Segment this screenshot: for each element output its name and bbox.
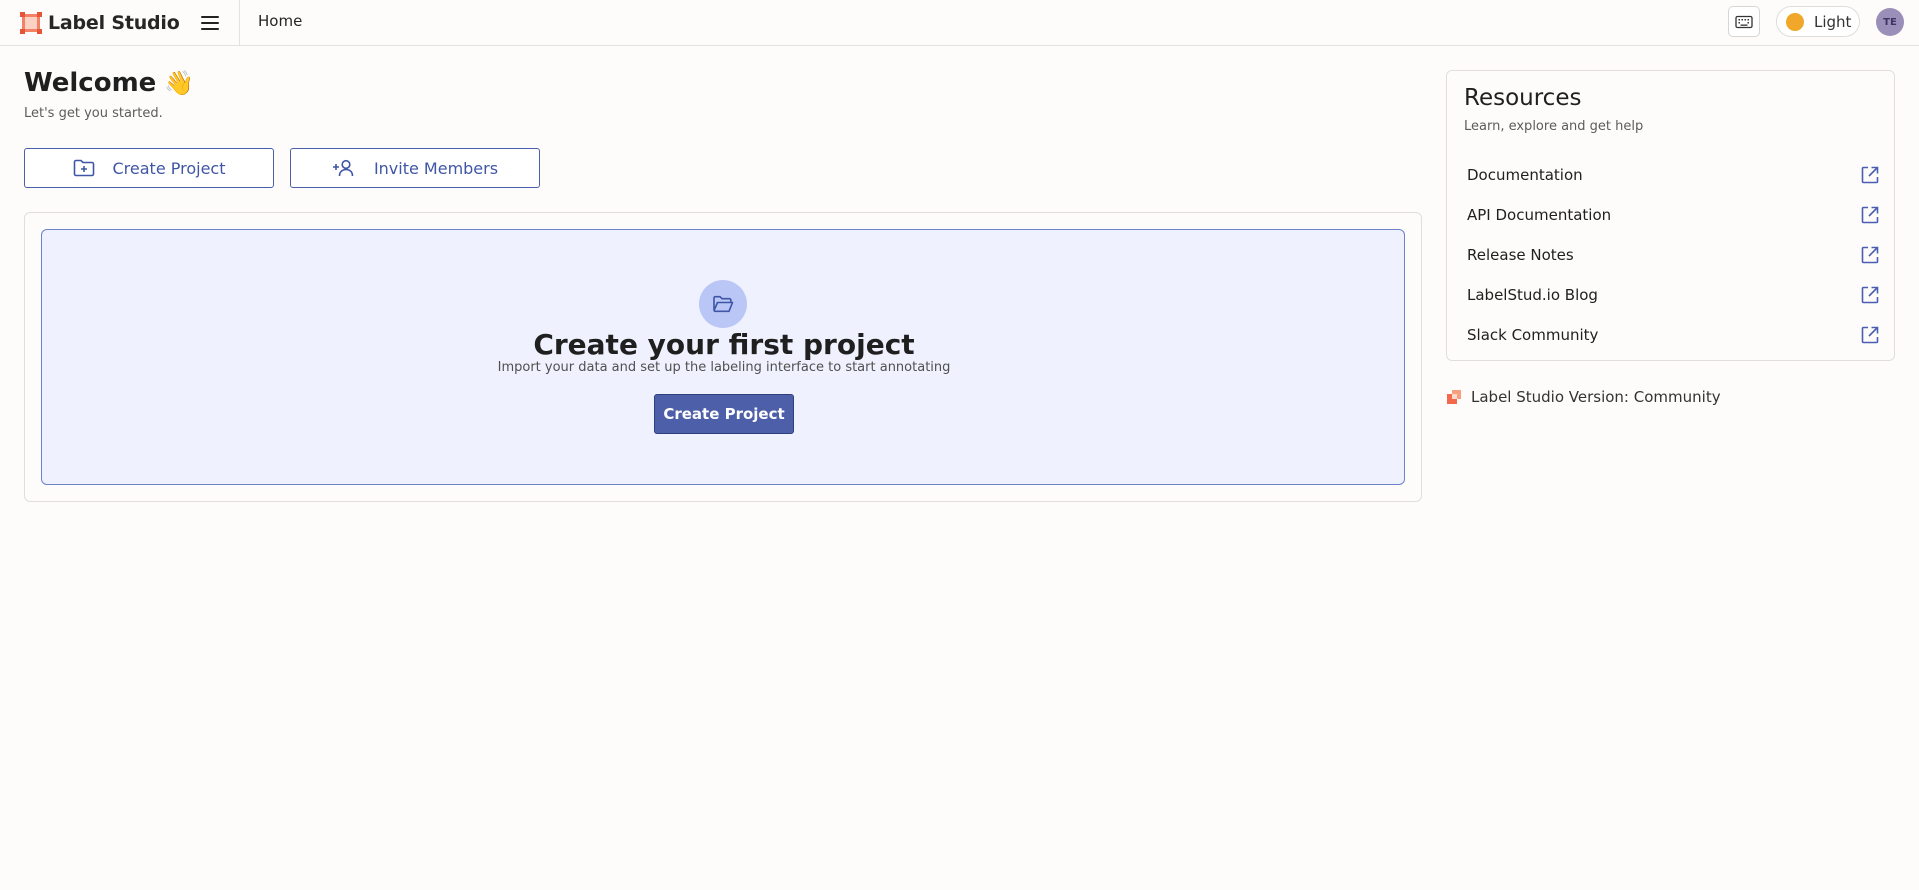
version-info: Label Studio Version: Community xyxy=(1446,388,1721,406)
external-link-icon xyxy=(1861,286,1879,304)
resource-label: Release Notes xyxy=(1467,246,1574,264)
breadcrumb-home[interactable]: Home xyxy=(258,12,302,30)
create-project-button[interactable]: Create Project xyxy=(24,148,274,188)
waving-hand-icon: 👋 xyxy=(164,69,195,97)
external-link-icon xyxy=(1861,246,1879,264)
external-link-icon xyxy=(1861,166,1879,184)
folder-open-icon xyxy=(713,295,734,313)
projects-card: Create your first project Import your da… xyxy=(24,212,1422,502)
invite-members-button[interactable]: Invite Members xyxy=(290,148,540,188)
hamburger-menu-button[interactable] xyxy=(197,10,223,36)
resources-card: Resources Learn, explore and get help Do… xyxy=(1446,70,1895,361)
empty-state-title: Create your first project xyxy=(533,328,915,361)
resources-subtitle: Learn, explore and get help xyxy=(1464,119,1644,134)
create-project-primary-button[interactable]: Create Project xyxy=(654,394,794,434)
empty-state-icon-badge xyxy=(699,280,747,328)
create-project-label: Create Project xyxy=(112,158,226,178)
resource-label: LabelStud.io Blog xyxy=(1467,286,1598,304)
welcome-title: Welcome xyxy=(24,68,157,98)
invite-members-label: Invite Members xyxy=(373,158,499,178)
resources-list: Documentation API Documentation Release … xyxy=(1447,155,1894,355)
folder-plus-icon xyxy=(73,159,94,177)
brand[interactable]: Label Studio xyxy=(20,0,180,45)
welcome-heading: Welcome 👋 xyxy=(24,68,194,98)
external-link-icon xyxy=(1861,326,1879,344)
welcome-subtitle: Let's get you started. xyxy=(24,106,163,121)
version-text: Label Studio Version: Community xyxy=(1471,388,1721,406)
resource-link-release-notes[interactable]: Release Notes xyxy=(1447,235,1894,275)
external-link-icon xyxy=(1861,206,1879,224)
header-divider xyxy=(239,0,240,45)
label-studio-logo-icon xyxy=(20,11,42,34)
resource-link-slack-community[interactable]: Slack Community xyxy=(1447,315,1894,355)
hamburger-menu-icon xyxy=(201,16,219,30)
resource-link-documentation[interactable]: Documentation xyxy=(1447,155,1894,195)
top-bar: Label Studio Home Light TE xyxy=(0,0,1919,46)
brand-name: Label Studio xyxy=(48,11,180,34)
label-studio-small-logo-icon xyxy=(1447,390,1461,404)
resource-label: API Documentation xyxy=(1467,206,1612,224)
keyboard-shortcuts-button[interactable] xyxy=(1728,6,1760,37)
keyboard-icon xyxy=(1735,15,1753,28)
resources-title: Resources xyxy=(1464,85,1582,111)
user-plus-icon xyxy=(332,159,354,177)
sun-icon xyxy=(1786,12,1804,31)
resource-label: Slack Community xyxy=(1467,326,1599,344)
empty-state-panel: Create your first project Import your da… xyxy=(41,229,1405,485)
empty-state-subtitle: Import your data and set up the labeling… xyxy=(497,360,951,375)
resource-link-api-documentation[interactable]: API Documentation xyxy=(1447,195,1894,235)
theme-toggle-button[interactable]: Light xyxy=(1776,6,1860,37)
resource-link-blog[interactable]: LabelStud.io Blog xyxy=(1447,275,1894,315)
theme-label: Light xyxy=(1814,12,1852,31)
user-avatar[interactable]: TE xyxy=(1876,8,1904,36)
resource-label: Documentation xyxy=(1467,166,1583,184)
